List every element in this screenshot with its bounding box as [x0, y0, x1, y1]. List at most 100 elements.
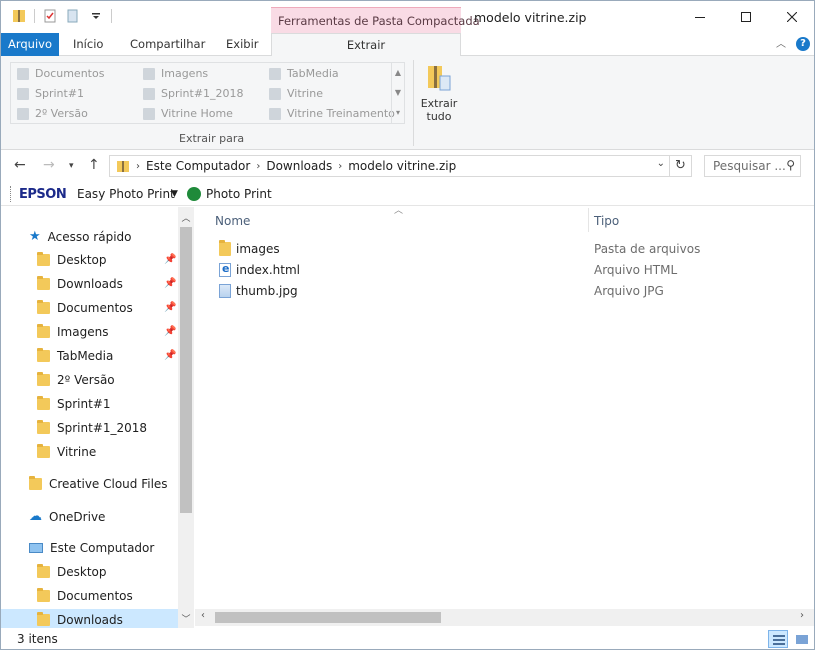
- nav-item-desktop[interactable]: Desktop: [37, 252, 107, 267]
- scroll-thumb[interactable]: [180, 227, 192, 513]
- nav-item-downloads[interactable]: Downloads: [37, 276, 123, 291]
- chevron-right-icon[interactable]: ›: [256, 161, 260, 172]
- scroll-left-icon[interactable]: ‹: [201, 610, 205, 621]
- nav-item-este-computador[interactable]: Este Computador: [29, 541, 154, 555]
- zip-folder-icon: [117, 161, 129, 172]
- new-folder-icon[interactable]: [65, 8, 81, 24]
- chevron-right-icon[interactable]: ›: [338, 161, 342, 172]
- gallery-item[interactable]: Vitrine: [269, 87, 323, 100]
- photo-print-button[interactable]: Photo Print: [206, 187, 272, 201]
- scroll-down-icon[interactable]: ﹀: [178, 612, 194, 625]
- pin-icon[interactable]: 📌: [164, 302, 176, 313]
- file-row[interactable]: images Pasta de arquivos: [216, 239, 811, 260]
- folder-icon: [17, 107, 29, 120]
- easy-photo-print-button[interactable]: Easy Photo Print: [77, 187, 175, 201]
- gallery-expand-icon[interactable]: ▾: [392, 103, 404, 123]
- large-icons-view-icon[interactable]: [791, 630, 811, 648]
- chevron-down-icon[interactable]: ⌄: [657, 158, 665, 169]
- folder-icon: [17, 87, 29, 100]
- nav-item-onedrive[interactable]: ☁ OneDrive: [29, 509, 105, 524]
- epson-toolbar: EPSON Easy Photo Print ▼ Photo Print: [1, 182, 814, 206]
- tab-compartilhar[interactable]: Compartilhar: [130, 33, 205, 56]
- image-file-icon: [219, 284, 231, 298]
- column-header-nome[interactable]: Nome: [215, 214, 250, 228]
- scroll-thumb[interactable]: [215, 612, 441, 623]
- customize-toolbar-icon[interactable]: [88, 8, 104, 24]
- nav-item-pc-downloads[interactable]: Downloads: [37, 612, 123, 627]
- address-bar[interactable]: › Este Computador › Downloads › modelo v…: [109, 155, 670, 177]
- nav-item-tabmedia[interactable]: TabMedia: [37, 348, 113, 363]
- tab-inicio[interactable]: Início: [73, 33, 103, 56]
- tab-exibir[interactable]: Exibir: [226, 33, 259, 56]
- pin-icon[interactable]: 📌: [164, 326, 176, 337]
- photo-print-icon: [187, 187, 201, 201]
- sort-ascending-icon: ︿: [394, 206, 404, 216]
- search-icon: ⚲: [786, 158, 795, 172]
- gallery-scrollbar[interactable]: ▲ ▼ ▾: [391, 63, 404, 123]
- folder-icon: [37, 324, 50, 338]
- pin-icon[interactable]: 📌: [164, 350, 176, 361]
- pin-icon[interactable]: 📌: [164, 254, 176, 265]
- gallery-item[interactable]: 2º Versão: [17, 107, 88, 120]
- gallery-item[interactable]: Vitrine Treinamento: [269, 107, 395, 120]
- refresh-icon[interactable]: ↻: [670, 155, 692, 177]
- nav-item-pc-desktop[interactable]: Desktop: [37, 564, 107, 579]
- back-arrow-icon[interactable]: ←: [14, 157, 26, 173]
- nav-item-vitrine[interactable]: Vitrine: [37, 444, 96, 459]
- folder-icon: [143, 87, 155, 100]
- file-row[interactable]: thumb.jpg Arquivo JPG: [216, 281, 811, 302]
- details-view-icon[interactable]: [768, 630, 788, 648]
- nav-item-sprint1[interactable]: Sprint#1: [37, 396, 111, 411]
- extract-all-button[interactable]: Extrair tudo: [419, 62, 459, 123]
- folder-icon: [37, 252, 50, 266]
- folder-icon: [37, 348, 50, 362]
- breadcrumb-current[interactable]: modelo vitrine.zip: [348, 159, 456, 173]
- scroll-up-icon[interactable]: ︿: [178, 211, 194, 224]
- gallery-item[interactable]: Documentos: [17, 67, 104, 80]
- breadcrumb-downloads[interactable]: Downloads: [266, 159, 332, 173]
- search-input[interactable]: Pesquisar ... ⚲: [704, 155, 801, 177]
- breadcrumb-este-computador[interactable]: Este Computador: [146, 159, 250, 173]
- folder-icon: [219, 240, 231, 256]
- nav-item-acesso-rapido[interactable]: ★ Acesso rápido: [29, 229, 132, 244]
- window-title: modelo vitrine.zip: [474, 10, 587, 25]
- gallery-item[interactable]: Sprint#1: [17, 87, 84, 100]
- scroll-up-icon[interactable]: ▲: [392, 63, 404, 83]
- recent-locations-icon[interactable]: ▾: [69, 161, 74, 171]
- tab-arquivo[interactable]: Arquivo: [1, 33, 59, 56]
- collapse-ribbon-icon[interactable]: ︿: [776, 35, 786, 50]
- explorer-window: Ferramentas de Pasta Compactada modelo v…: [0, 0, 815, 650]
- properties-icon[interactable]: [42, 8, 58, 24]
- scroll-down-icon[interactable]: ▼: [392, 83, 404, 103]
- close-button[interactable]: [769, 1, 814, 33]
- horizontal-scrollbar[interactable]: ‹ ›: [195, 609, 814, 626]
- ribbon-panel: Documentos Imagens TabMedia Sprint#1 Spr…: [1, 56, 814, 150]
- tab-extrair[interactable]: Extrair: [271, 33, 461, 57]
- chevron-down-icon[interactable]: ▼: [171, 189, 178, 199]
- nav-item-pc-documentos[interactable]: Documentos: [37, 588, 133, 603]
- status-bar: 3 itens: [1, 628, 814, 649]
- gallery-item[interactable]: TabMedia: [269, 67, 339, 80]
- nav-item-imagens[interactable]: Imagens: [37, 324, 108, 339]
- forward-arrow-icon[interactable]: →: [43, 157, 55, 173]
- chevron-right-icon[interactable]: ›: [136, 161, 140, 172]
- pin-icon[interactable]: 📌: [164, 278, 176, 289]
- up-arrow-icon[interactable]: ↑: [88, 157, 100, 173]
- nav-item-sprint1-2018[interactable]: Sprint#1_2018: [37, 420, 147, 435]
- gallery-item[interactable]: Imagens: [143, 67, 208, 80]
- help-icon[interactable]: ?: [796, 37, 810, 51]
- nav-item-2-versao[interactable]: 2º Versão: [37, 372, 115, 387]
- nav-item-creative-cloud[interactable]: Creative Cloud Files: [29, 476, 168, 491]
- gallery-item[interactable]: Sprint#1_2018: [143, 87, 244, 100]
- file-row[interactable]: index.html Arquivo HTML: [216, 260, 811, 281]
- minimize-button[interactable]: [677, 1, 723, 33]
- folder-icon: [143, 107, 155, 120]
- maximize-button[interactable]: [723, 1, 769, 33]
- scroll-right-icon[interactable]: ›: [800, 610, 804, 621]
- nav-scrollbar[interactable]: ︿ ﹀: [178, 207, 194, 628]
- nav-item-documentos[interactable]: Documentos: [37, 300, 133, 315]
- folder-icon: [37, 276, 50, 290]
- context-tab-header: Ferramentas de Pasta Compactada: [271, 7, 480, 33]
- gallery-item[interactable]: Vitrine Home: [143, 107, 233, 120]
- column-header-tipo[interactable]: Tipo: [594, 214, 619, 228]
